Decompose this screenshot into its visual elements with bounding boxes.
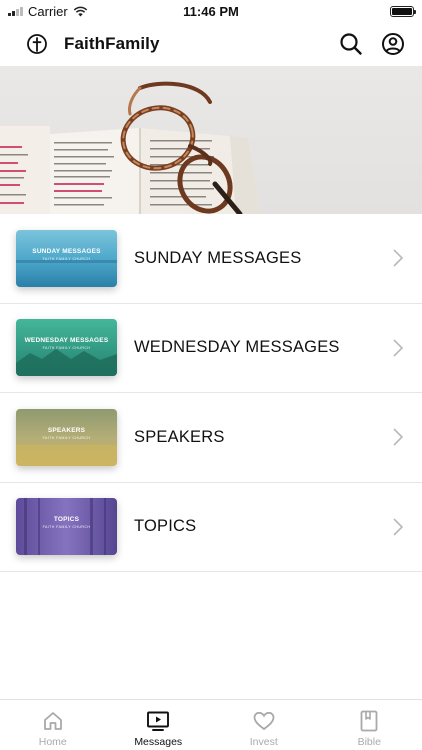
category-label: TOPICS: [134, 517, 197, 536]
thumbnail-title: TOPICS: [53, 516, 80, 524]
thumbnail-subtitle: FAITH FAMILY CHURCH: [42, 346, 91, 351]
chevron-right-icon: [393, 339, 404, 357]
profile-circle-icon: [382, 33, 404, 55]
carrier-label: Carrier: [28, 3, 68, 19]
chevron-right-icon: [393, 428, 404, 446]
bible-book-icon: [360, 710, 378, 732]
thumbnail-title: SUNDAY MESSAGES: [32, 247, 101, 255]
status-bar: Carrier 11:46 PM: [0, 0, 422, 22]
search-icon: [340, 33, 362, 55]
video-play-icon: [147, 711, 170, 731]
category-sunday-messages[interactable]: SUNDAY MESSAGES FAITH FAMILY CHURCH SUND…: [0, 214, 422, 304]
category-thumbnail: TOPICS FAITH FAMILY CHURCH: [16, 498, 117, 556]
message-category-list: SUNDAY MESSAGES FAITH FAMILY CHURCH SUND…: [0, 214, 422, 572]
tab-label: Home: [38, 736, 67, 748]
status-left: Carrier: [8, 4, 88, 19]
battery-icon: [390, 5, 416, 17]
category-label: WEDNESDAY MESSAGES: [134, 338, 340, 357]
thumbnail-title: WEDNESDAY MESSAGES: [24, 337, 109, 345]
app-title: FaithFamily: [64, 34, 160, 53]
search-button[interactable]: [338, 31, 364, 57]
thumbnail-subtitle: FAITH FAMILY CHURCH: [42, 256, 91, 261]
thumbnail-subtitle: FAITH FAMILY CHURCH: [42, 525, 91, 530]
chevron-right-icon: [393, 249, 404, 267]
chevron-right-icon: [393, 518, 404, 536]
category-wednesday-messages[interactable]: WEDNESDAY MESSAGES FAITH FAMILY CHURCH W…: [0, 304, 422, 393]
home-icon: [43, 712, 62, 730]
cross-circle-icon[interactable]: [26, 33, 48, 55]
thumbnail-subtitle: FAITH FAMILY CHURCH: [42, 435, 91, 440]
tab-label: Invest: [249, 736, 278, 748]
category-topics[interactable]: TOPICS FAITH FAMILY CHURCH TOPICS: [0, 483, 422, 572]
category-thumbnail: SUNDAY MESSAGES FAITH FAMILY CHURCH: [16, 229, 117, 287]
profile-button[interactable]: [380, 31, 406, 57]
tab-label: Messages: [134, 736, 183, 748]
category-label: SUNDAY MESSAGES: [134, 248, 302, 267]
heart-icon: [253, 711, 275, 731]
tab-home[interactable]: Home: [0, 700, 106, 750]
open-bible-with-glasses-illustration: [0, 81, 260, 214]
wifi-icon: [73, 6, 87, 16]
signal-strength-icon: [8, 6, 23, 16]
bottom-tab-bar: Home Messages Invest Bible: [0, 699, 422, 750]
category-speakers[interactable]: SPEAKERS FAITH FAMILY CHURCH SPEAKERS: [0, 393, 422, 483]
tab-label: Bible: [357, 736, 381, 748]
thumbnail-title: SPEAKERS: [47, 426, 86, 434]
category-label: SPEAKERS: [134, 427, 225, 446]
category-thumbnail: SPEAKERS FAITH FAMILY CHURCH: [16, 408, 117, 466]
tab-invest[interactable]: Invest: [211, 700, 317, 750]
tab-bible[interactable]: Bible: [317, 700, 422, 750]
hero-image: [0, 66, 422, 214]
app-header: FaithFamily: [0, 22, 422, 66]
tab-messages[interactable]: Messages: [106, 700, 212, 750]
category-thumbnail: WEDNESDAY MESSAGES FAITH FAMILY CHURCH: [16, 319, 117, 377]
